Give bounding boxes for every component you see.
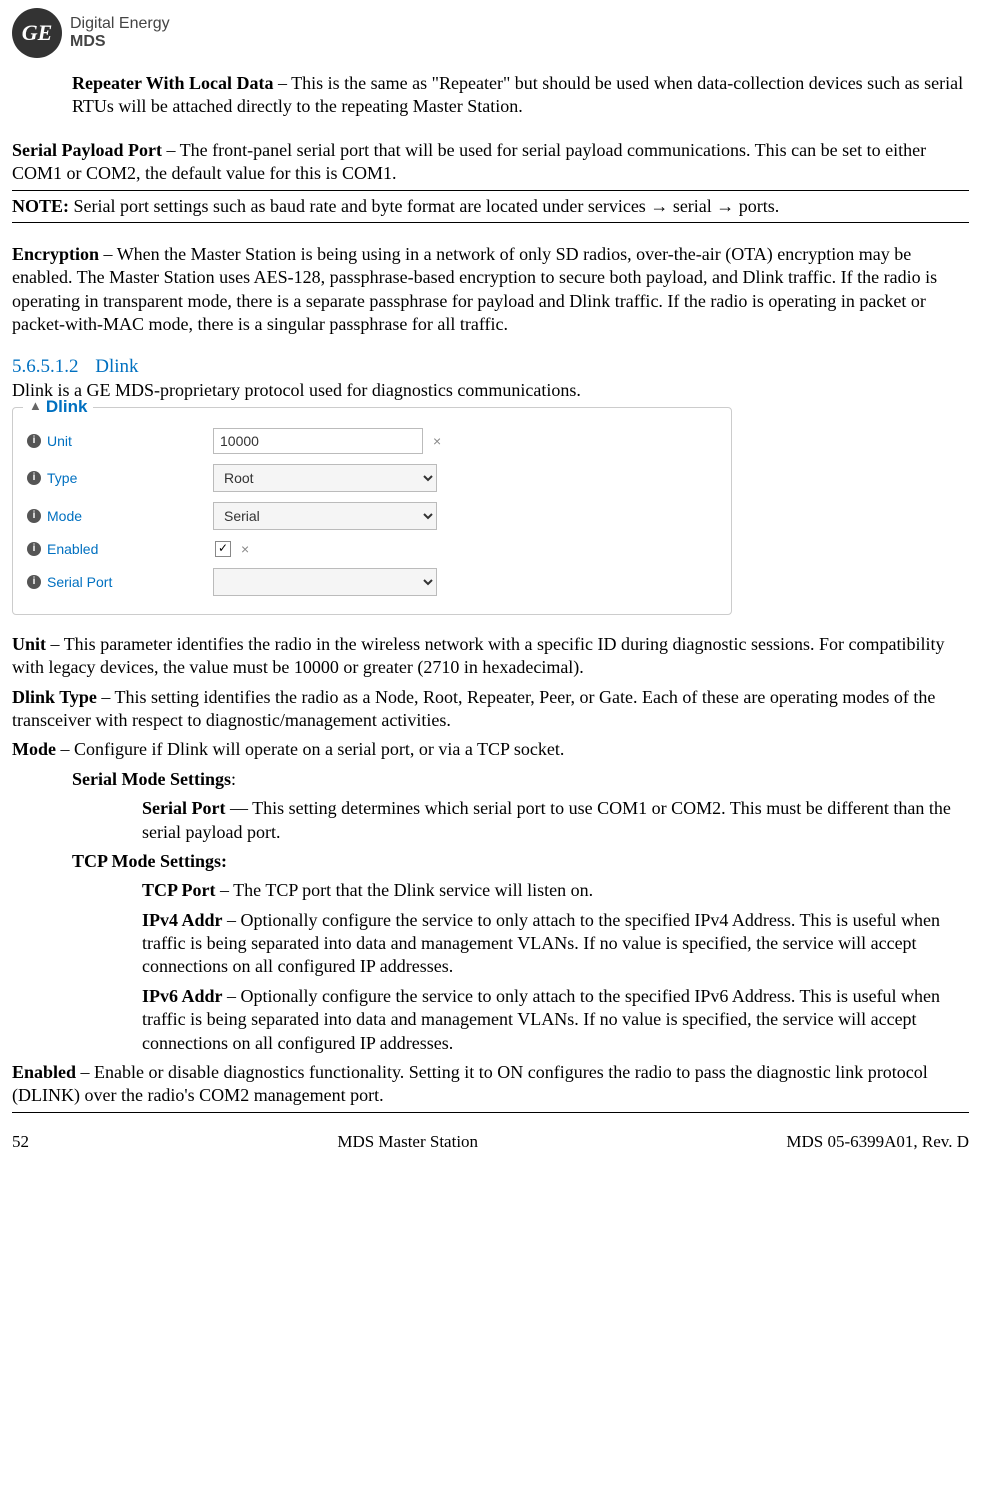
- def-mode: Mode – Configure if Dlink will operate o…: [12, 738, 969, 761]
- desc-ipv4: – Optionally configure the service to on…: [142, 910, 940, 977]
- dlink-legend-text: Dlink: [46, 396, 88, 418]
- def-unit: Unit – This parameter identifies the rad…: [12, 633, 969, 680]
- ge-logo-icon: GE: [12, 8, 62, 58]
- def-ipv6: IPv6 Addr – Optionally configure the ser…: [142, 985, 969, 1055]
- label-enabled[interactable]: Enabled: [47, 540, 207, 558]
- note-t1: Serial port settings such as baud rate a…: [69, 196, 650, 216]
- para-encryption: Encryption – When the Master Station is …: [12, 243, 969, 337]
- chevron-up-icon: ▲: [29, 398, 42, 415]
- heading-number: 5.6.5.1.2: [12, 356, 79, 377]
- term-serial-payload: Serial Payload Port: [12, 140, 162, 160]
- arrow-icon-2: →: [716, 196, 734, 216]
- select-type[interactable]: Root: [213, 464, 437, 492]
- term-unit: Unit: [12, 634, 46, 654]
- logo-text: Digital Energy MDS: [70, 15, 170, 50]
- checkbox-enabled[interactable]: ✓: [215, 541, 231, 557]
- info-icon[interactable]: i: [27, 471, 41, 485]
- footer-right: MDS 05-6399A01, Rev. D: [786, 1131, 969, 1153]
- input-unit[interactable]: [213, 428, 423, 454]
- para-serial-payload: Serial Payload Port – The front-panel se…: [12, 139, 969, 186]
- row-unit: i Unit ×: [27, 428, 717, 454]
- dlink-legend[interactable]: ▲ Dlink: [23, 396, 93, 418]
- heading-tcp-mode-settings: TCP Mode Settings:: [72, 850, 969, 873]
- divider-top: [12, 190, 969, 191]
- info-icon[interactable]: i: [27, 542, 41, 556]
- label-serial-port[interactable]: Serial Port: [47, 573, 207, 591]
- info-icon[interactable]: i: [27, 509, 41, 523]
- def-serial-port: Serial Port — This setting determines wh…: [142, 797, 969, 844]
- row-mode: i Mode Serial: [27, 502, 717, 530]
- term-serial-port: Serial Port: [142, 798, 225, 818]
- sms-heading: Serial Mode Settings: [72, 769, 231, 789]
- select-mode[interactable]: Serial: [213, 502, 437, 530]
- note-label: NOTE:: [12, 196, 69, 216]
- check-icon: ✓: [218, 541, 228, 557]
- def-tcp-port: TCP Port – The TCP port that the Dlink s…: [142, 879, 969, 902]
- heading-dlink: 5.6.5.1.2 Dlink: [12, 355, 969, 380]
- term-ipv4: IPv4 Addr: [142, 910, 223, 930]
- term-enabled: Enabled: [12, 1062, 76, 1082]
- term-repeater: Repeater With Local Data: [72, 73, 273, 93]
- info-icon[interactable]: i: [27, 575, 41, 589]
- desc-serial-port: — This setting determines which serial p…: [142, 798, 951, 841]
- logo-bottom: MDS: [70, 33, 170, 51]
- label-type[interactable]: Type: [47, 469, 207, 487]
- term-mode: Mode: [12, 739, 56, 759]
- logo-top: Digital Energy: [70, 15, 170, 33]
- desc-dlink-type: – This setting identifies the radio as a…: [12, 687, 935, 730]
- para-repeater: Repeater With Local Data – This is the s…: [72, 72, 969, 119]
- clear-enabled-icon[interactable]: ×: [241, 540, 249, 558]
- select-serial-port[interactable]: [213, 568, 437, 596]
- term-encryption: Encryption: [12, 244, 99, 264]
- footer-divider: [12, 1112, 969, 1113]
- row-serial-port: i Serial Port: [27, 568, 717, 596]
- def-ipv4: IPv4 Addr – Optionally configure the ser…: [142, 909, 969, 979]
- def-enabled: Enabled – Enable or disable diagnostics …: [12, 1061, 969, 1108]
- desc-enabled: – Enable or disable diagnostics function…: [12, 1062, 928, 1105]
- desc-ipv6: – Optionally configure the service to on…: [142, 986, 940, 1053]
- sms-colon: :: [231, 769, 236, 789]
- note-t3: ports.: [734, 196, 779, 216]
- def-dlink-type: Dlink Type – This setting identifies the…: [12, 686, 969, 733]
- row-type: i Type Root: [27, 464, 717, 492]
- info-icon[interactable]: i: [27, 434, 41, 448]
- heading-title: Dlink: [95, 356, 138, 377]
- label-unit[interactable]: Unit: [47, 432, 207, 450]
- term-dlink-type: Dlink Type: [12, 687, 97, 707]
- desc-encryption: – When the Master Station is being using…: [12, 244, 937, 334]
- label-mode[interactable]: Mode: [47, 507, 207, 525]
- note-block: NOTE: Serial port settings such as baud …: [12, 195, 969, 218]
- header-logo: GE Digital Energy MDS: [12, 8, 969, 58]
- ge-logo-text: GE: [22, 19, 53, 48]
- footer-page: 52: [12, 1131, 29, 1153]
- dlink-intro: Dlink is a GE MDS-proprietary protocol u…: [12, 379, 969, 402]
- footer-center: MDS Master Station: [337, 1131, 478, 1153]
- desc-tcp-port: – The TCP port that the Dlink service wi…: [216, 880, 594, 900]
- divider-bottom: [12, 222, 969, 223]
- note-t2: serial: [668, 196, 716, 216]
- term-tcp-port: TCP Port: [142, 880, 216, 900]
- row-enabled: i Enabled ✓ ×: [27, 540, 717, 558]
- heading-serial-mode-settings: Serial Mode Settings:: [72, 768, 969, 791]
- desc-mode: – Configure if Dlink will operate on a s…: [56, 739, 564, 759]
- dlink-panel: ▲ Dlink i Unit × i Type Root i Mode Seri…: [12, 407, 732, 615]
- term-ipv6: IPv6 Addr: [142, 986, 223, 1006]
- desc-unit: – This parameter identifies the radio in…: [12, 634, 945, 677]
- clear-unit-icon[interactable]: ×: [433, 432, 441, 450]
- arrow-icon-1: →: [650, 196, 668, 216]
- tms-heading: TCP Mode Settings:: [72, 851, 227, 871]
- footer: 52 MDS Master Station MDS 05-6399A01, Re…: [12, 1131, 969, 1153]
